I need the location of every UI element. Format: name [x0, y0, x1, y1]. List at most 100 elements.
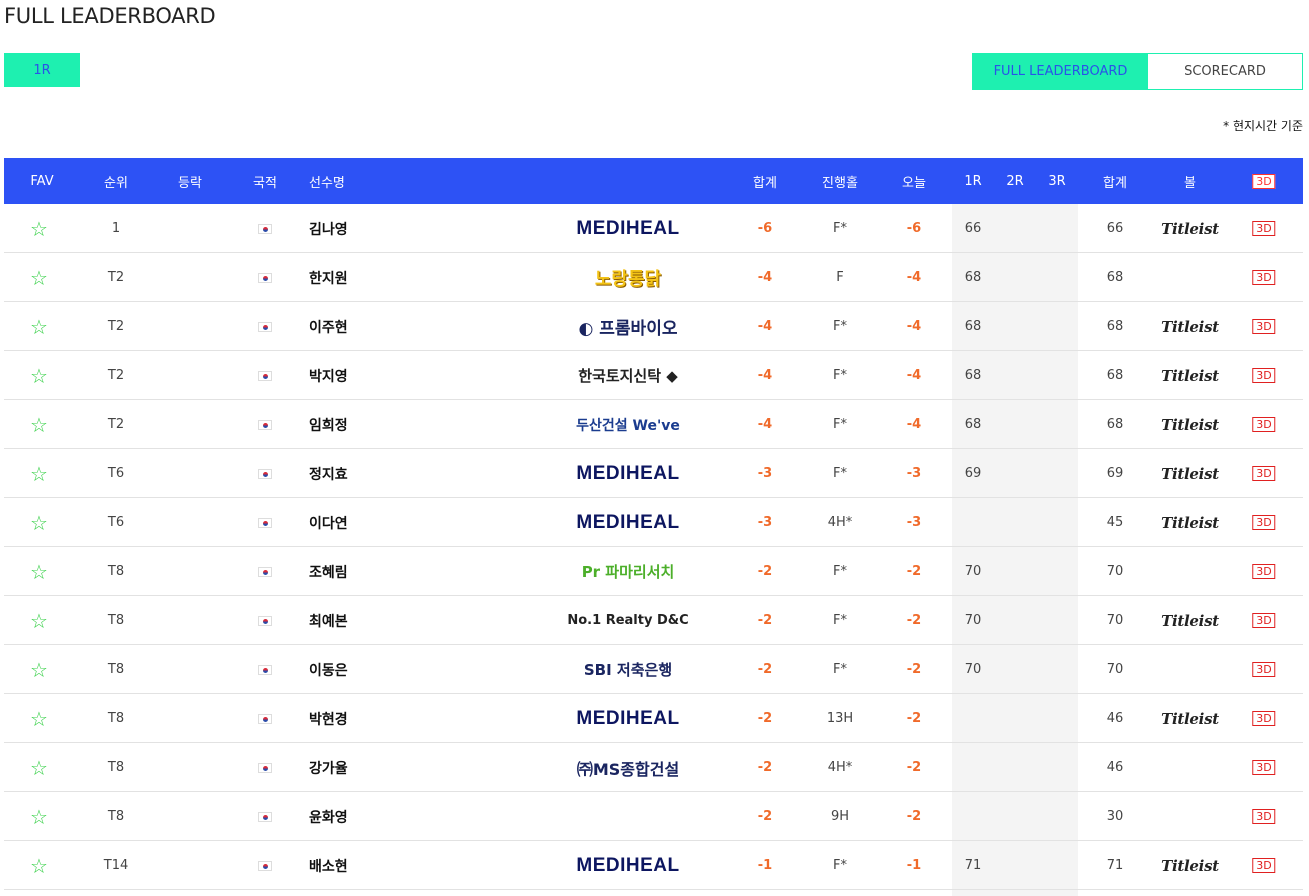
sponsor-logo: ◐ 프롬바이오	[578, 319, 678, 339]
favorite-star-icon[interactable]: ☆	[30, 219, 48, 239]
view-3d-button[interactable]: 3D	[1252, 613, 1276, 628]
player-rank: T8	[107, 760, 125, 775]
player-name[interactable]: 박현경	[309, 694, 348, 743]
holes-thru: 4H*	[827, 760, 853, 775]
full-leaderboard-button[interactable]: FULL LEADERBOARD	[973, 54, 1148, 89]
player-name[interactable]: 강가율	[309, 743, 348, 792]
view-3d-button[interactable]: 3D	[1252, 221, 1276, 236]
table-row[interactable]: ☆ T2 이주현 ◐ 프롬바이오 -4 F* -4 68 68 Titleist…	[4, 302, 1303, 351]
total-to-par: -2	[757, 662, 773, 677]
player-rank: T2	[107, 417, 125, 432]
table-row[interactable]: ☆ T8 최예본 No.1 Realty D&C -2 F* -2 70 70 …	[4, 596, 1303, 645]
view-3d-button[interactable]: 3D	[1252, 711, 1276, 726]
ball-brand: Titleist	[1161, 317, 1219, 336]
table-row[interactable]: ☆ T8 조혜림 Pr 파마리서치 -2 F* -2 70 70 3D	[4, 547, 1303, 596]
holes-thru: F*	[833, 221, 847, 236]
round-tab-1r[interactable]: 1R	[4, 53, 80, 87]
today-score: -3	[906, 515, 922, 530]
table-row[interactable]: ☆ T2 박지영 한국토지신탁 ◆ -4 F* -4 68 68 Titleis…	[4, 351, 1303, 400]
player-rank: 1	[111, 221, 121, 236]
favorite-star-icon[interactable]: ☆	[30, 513, 48, 533]
view-3d-button[interactable]: 3D	[1252, 809, 1276, 824]
favorite-star-icon[interactable]: ☆	[30, 268, 48, 288]
table-row[interactable]: ☆ T6 정지효 MEDIHEAL -3 F* -3 69 69 Titleis…	[4, 449, 1303, 498]
korea-flag-icon	[258, 566, 272, 577]
header-today: 오늘	[902, 175, 926, 191]
header-fav: FAV	[30, 173, 54, 189]
holes-thru: F*	[833, 564, 847, 579]
header-thru: 진행홀	[822, 175, 858, 191]
sponsor-logo: MEDIHEAL	[576, 217, 680, 239]
view-3d-button[interactable]: 3D	[1252, 515, 1276, 530]
view-3d-button[interactable]: 3D	[1252, 662, 1276, 677]
table-row[interactable]: ☆ T8 이동은 SBI 저축은행 -2 F* -2 70 70 3D	[4, 645, 1303, 694]
header-strokes: 합계	[1103, 175, 1127, 191]
korea-flag-icon	[258, 713, 272, 724]
table-row[interactable]: ☆ T8 강가율 ㈜MS종합건설 -2 4H* -2 46 3D	[4, 743, 1303, 792]
favorite-star-icon[interactable]: ☆	[30, 660, 48, 680]
ball-brand: Titleist	[1161, 366, 1219, 385]
view-3d-button[interactable]: 3D	[1252, 466, 1276, 481]
table-row[interactable]: ☆ 1 김나영 MEDIHEAL -6 F* -6 66 66 Titleist…	[4, 204, 1303, 253]
holes-thru: 9H	[830, 809, 850, 824]
today-score: -2	[906, 760, 922, 775]
leaderboard-table: FAV 순위 등락 국적 선수명 합계 진행홀 오늘 1R 2R 3R 합계 볼…	[4, 158, 1303, 896]
player-rank: T14	[103, 858, 129, 873]
player-name[interactable]: 이동은	[309, 645, 348, 694]
table-row[interactable]: ☆ T14 배소현 MEDIHEAL -1 F* -1 71 71 Titlei…	[4, 841, 1303, 890]
favorite-star-icon[interactable]: ☆	[30, 464, 48, 484]
favorite-star-icon[interactable]: ☆	[30, 758, 48, 778]
total-strokes: 68	[1106, 417, 1124, 432]
player-name[interactable]: 윤화영	[309, 792, 348, 841]
today-score: -4	[906, 417, 922, 432]
player-name[interactable]: 배소현	[309, 841, 348, 890]
view-3d-button[interactable]: 3D	[1252, 564, 1276, 579]
player-name[interactable]: 김나영	[309, 204, 348, 253]
player-rank: T8	[107, 564, 125, 579]
table-row[interactable]: ☆ T2 임희정 두산건설 We've -4 F* -4 68 68 Title…	[4, 400, 1303, 449]
today-score: -4	[906, 270, 922, 285]
total-to-par: -2	[757, 613, 773, 628]
header-3d: 3D	[1252, 158, 1276, 204]
table-row[interactable]: ☆ T8 윤화영 -2 9H -2 30 3D	[4, 792, 1303, 841]
total-to-par: -2	[757, 760, 773, 775]
holes-thru: F*	[833, 858, 847, 873]
view-3d-button[interactable]: 3D	[1252, 270, 1276, 285]
scorecard-button[interactable]: SCORECARD	[1148, 54, 1302, 89]
table-row[interactable]: ☆ T8 박현경 MEDIHEAL -2 13H -2 46 Titleist …	[4, 694, 1303, 743]
table-row[interactable]: ☆ T2 한지원 노랑통닭 -4 F -4 68 68 3D	[4, 253, 1303, 302]
player-rank: T8	[107, 613, 125, 628]
player-name[interactable]: 임희정	[309, 400, 348, 449]
view-3d-button[interactable]: 3D	[1252, 368, 1276, 383]
view-3d-button[interactable]: 3D	[1252, 858, 1276, 873]
korea-flag-icon	[258, 272, 272, 283]
header-ball: 볼	[1184, 175, 1196, 191]
favorite-star-icon[interactable]: ☆	[30, 856, 48, 876]
player-name[interactable]: 최예본	[309, 596, 348, 645]
player-name[interactable]: 이주현	[309, 302, 348, 351]
round1-score: 71	[964, 858, 982, 873]
ball-brand: Titleist	[1161, 219, 1219, 238]
favorite-star-icon[interactable]: ☆	[30, 415, 48, 435]
korea-flag-icon	[258, 860, 272, 871]
ball-brand: Titleist	[1161, 856, 1219, 875]
view-3d-button[interactable]: 3D	[1252, 319, 1276, 334]
player-name[interactable]: 이다연	[309, 498, 348, 547]
table-row[interactable]: ☆ T6 이다연 MEDIHEAL -3 4H* -3 45 Titleist …	[4, 498, 1303, 547]
view-3d-button[interactable]: 3D	[1252, 760, 1276, 775]
total-to-par: -4	[757, 270, 773, 285]
view-3d-button[interactable]: 3D	[1252, 417, 1276, 432]
favorite-star-icon[interactable]: ☆	[30, 562, 48, 582]
favorite-star-icon[interactable]: ☆	[30, 807, 48, 827]
player-name[interactable]: 정지효	[309, 449, 348, 498]
favorite-star-icon[interactable]: ☆	[30, 366, 48, 386]
player-name[interactable]: 박지영	[309, 351, 348, 400]
favorite-star-icon[interactable]: ☆	[30, 611, 48, 631]
favorite-star-icon[interactable]: ☆	[30, 709, 48, 729]
player-rank: T2	[107, 368, 125, 383]
total-strokes: 46	[1106, 760, 1124, 775]
favorite-star-icon[interactable]: ☆	[30, 317, 48, 337]
player-name[interactable]: 조혜림	[309, 547, 348, 596]
header-3d-badge: 3D	[1252, 173, 1276, 189]
player-name[interactable]: 한지원	[309, 253, 348, 302]
